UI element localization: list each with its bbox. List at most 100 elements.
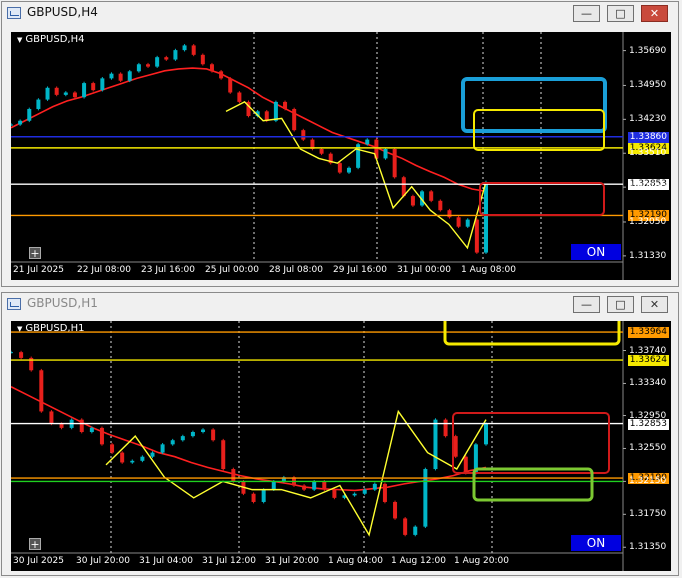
maximize-button[interactable]: □ [607,5,634,22]
candle-body [130,460,135,463]
time-tick-label: 1 Aug 04:00 [328,556,383,566]
candle-body [127,71,132,81]
candle-body [346,167,351,173]
candle-body [200,54,205,65]
price-chart[interactable]: GBPUSD,H4 1.338601.336241.328531.321901.… [11,32,671,280]
time-tick-label: 22 Jul 08:00 [77,265,131,275]
candle-body [109,73,114,79]
candle-body [443,419,448,437]
candle-body [283,101,288,109]
price-tick-label: 1.31350 [629,542,667,553]
annotation-box-red [479,182,605,216]
candle-body [484,181,488,253]
time-tick-label: 23 Jul 16:00 [141,265,195,275]
candle-body [191,45,196,55]
candle-body [209,64,214,72]
candle-body [45,87,50,100]
maximize-button[interactable]: □ [607,296,634,313]
candle-body [410,196,415,206]
close-button[interactable]: ✕ [641,296,668,313]
candle-body [82,83,87,98]
candle-body [49,411,54,424]
annotation-box-blue [461,77,607,133]
candle-body [173,50,178,60]
window-titlebar[interactable]: GBPUSD,H4 — □ ✕ [2,2,678,24]
time-tick-label: 1 Aug 08:00 [461,265,516,275]
candle-body [27,108,32,121]
price-tick-label: 1.31750 [629,509,667,520]
candle-body [201,429,206,433]
candle-body [302,485,307,490]
candle-body [271,481,276,490]
candle-body [251,493,256,502]
chart-window-h1: GBPUSD,H1 — □ ✕ GBPUSD,H1 1.33964 1.33624… [1,292,679,576]
candle-body [19,352,24,358]
candle-body [484,423,488,445]
chart-window-icon [7,7,21,19]
price-tick-label: 1.33510 [629,148,667,159]
time-tick-label: 25 Jul 00:00 [205,265,259,275]
time-tick-label: 1 Aug 12:00 [391,556,446,566]
candle-body [312,481,317,490]
price-tick-label: 1.32950 [629,410,667,421]
window-titlebar[interactable]: GBPUSD,H1 — □ ✕ [2,293,678,315]
candle-body [99,427,104,445]
expand-plus-button[interactable]: + [29,538,41,550]
candle-body [362,489,367,494]
candle-body [150,452,155,457]
price-tick-label: 1.31330 [629,250,667,261]
chart-window-icon [7,298,21,310]
minimize-button[interactable]: — [573,5,600,22]
candle-body [118,73,123,81]
price-chart[interactable]: GBPUSD,H1 1.339641.336241.328531.321901.… [11,321,671,571]
candle-body [393,501,398,519]
window-title: GBPUSD,H4 [27,5,98,19]
candle-body [39,370,44,412]
candle-body [383,149,388,159]
close-button[interactable]: ✕ [641,5,668,22]
candle-body [319,149,324,154]
candle-body [332,489,337,498]
moving-average-line [11,386,487,492]
candle-body [322,481,327,490]
candle-body [372,483,377,490]
price-tick-label: 1.34950 [629,80,667,91]
candle-body [403,518,408,535]
candle-body [221,440,226,470]
candle-body [337,163,342,173]
time-tick-label: 1 Aug 20:00 [454,556,509,566]
candle-body [91,83,96,91]
auto-trading-on-button[interactable]: ON [571,244,621,260]
auto-trading-on-button[interactable]: ON [571,535,621,551]
chart-canvas [11,32,626,280]
candle-body [292,108,297,131]
candle-body [429,191,434,201]
candle-body [392,149,397,178]
price-tick-label: 1.34230 [629,114,667,125]
candle-body [59,423,64,428]
candle-body [463,456,468,474]
candle-body [140,456,145,461]
candle-body [155,57,160,67]
candle-body [211,429,216,441]
candle-body [382,483,387,502]
time-tick-label: 31 Jul 00:00 [397,265,451,275]
candle-body [465,219,470,227]
price-tick-label: 1.35690 [629,45,667,56]
candle-body [63,92,68,95]
candle-body [136,64,141,72]
time-tick-label: 31 Jul 12:00 [202,556,256,566]
candle-body [413,526,418,535]
expand-plus-button[interactable]: + [29,247,41,259]
candle-body [182,45,187,51]
candle-body [146,64,151,67]
candle-body [264,111,269,121]
candle-body [438,200,443,211]
time-tick-label: 30 Jul 2025 [13,556,64,566]
candle-body [11,124,13,126]
price-tick-label: 1.33340 [629,378,667,389]
candle-body [18,120,23,125]
price-tick-label: 1.32550 [629,443,667,454]
minimize-button[interactable]: — [573,296,600,313]
candle-body [190,432,195,437]
